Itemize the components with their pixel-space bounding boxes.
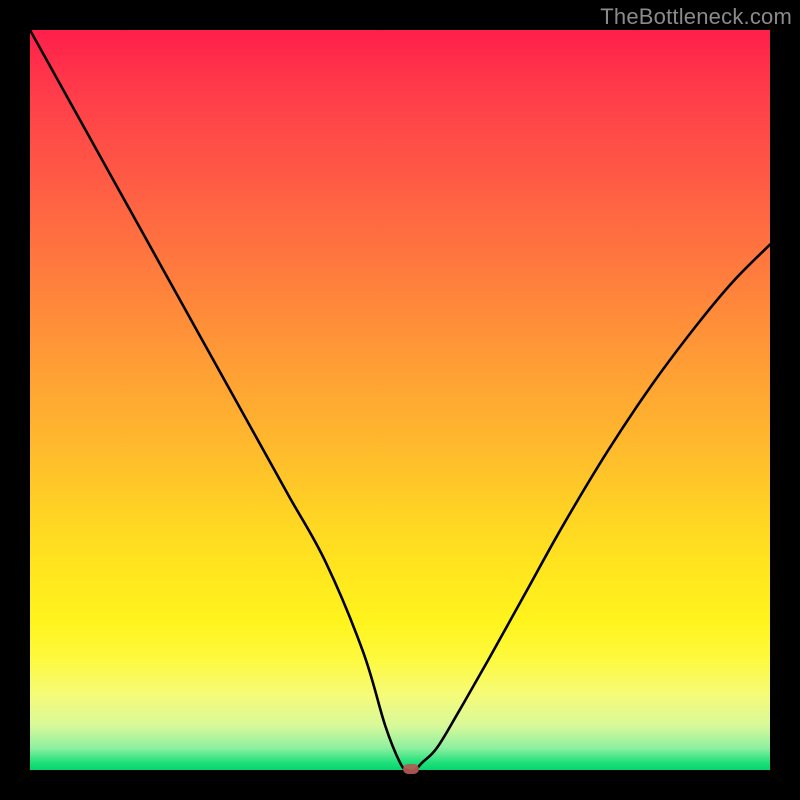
- watermark-text: TheBottleneck.com: [600, 4, 792, 30]
- bottleneck-curve-svg: [30, 30, 770, 770]
- minimum-marker: [403, 764, 419, 774]
- plot-area: [30, 30, 770, 770]
- chart-frame: TheBottleneck.com: [0, 0, 800, 800]
- bottleneck-curve: [30, 30, 770, 770]
